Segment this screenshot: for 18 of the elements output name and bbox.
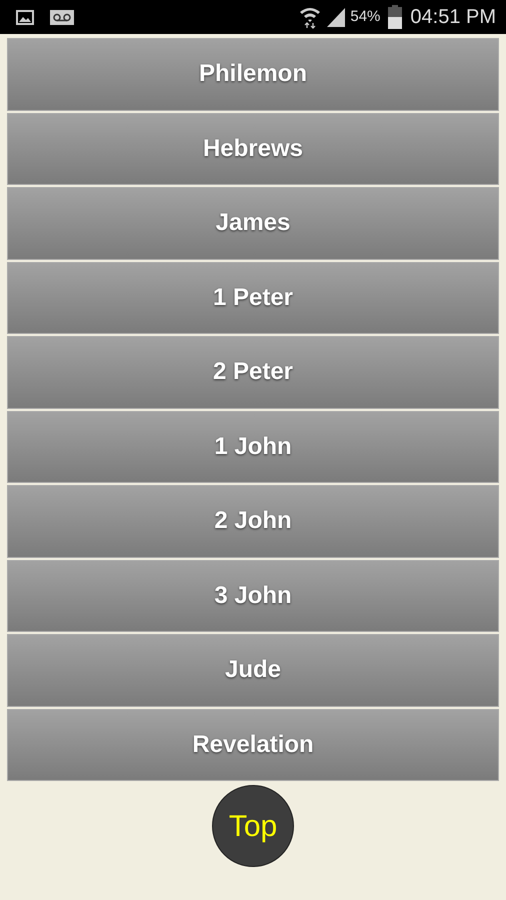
book-button[interactable]: 1 John (7, 410, 499, 483)
signal-icon (326, 7, 346, 27)
voicemail-icon (50, 10, 74, 24)
wifi-icon (298, 5, 322, 29)
book-button[interactable]: James (7, 187, 499, 260)
top-button[interactable]: Top (212, 785, 294, 867)
book-button[interactable]: 2 Peter (7, 336, 499, 408)
book-button[interactable]: Philemon (7, 38, 499, 110)
picture-icon (16, 10, 34, 24)
book-button[interactable]: 2 John (7, 485, 499, 558)
battery-icon (388, 5, 402, 29)
book-button[interactable]: 1 Peter (7, 262, 499, 334)
book-button[interactable]: 3 John (7, 560, 499, 632)
book-button[interactable]: Hebrews (7, 112, 499, 185)
battery-percent: 54% (350, 6, 380, 27)
book-button[interactable]: Revelation (7, 708, 499, 781)
clock-time: 04:51 PM (410, 5, 496, 30)
book-button[interactable]: Jude (7, 634, 499, 706)
